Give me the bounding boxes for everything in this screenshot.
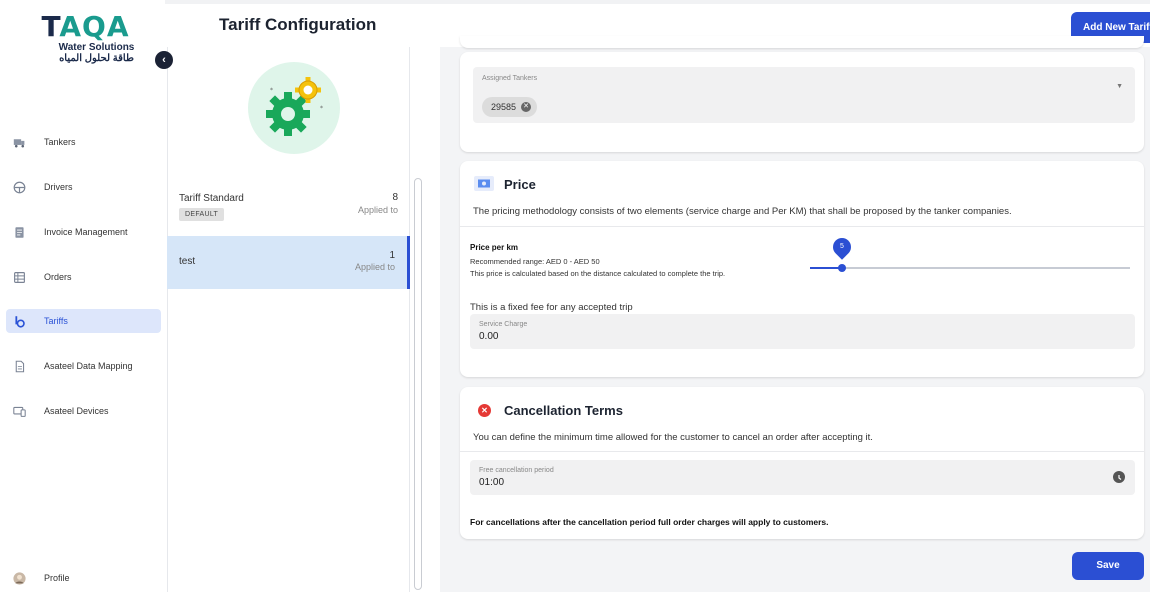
assigned-tankers-card: Assigned Tankers 29585 ✕ ▼ <box>460 52 1144 152</box>
sidebar-item-label: Asateel Devices <box>44 406 109 416</box>
cancellation-footer: For cancellations after the cancellation… <box>470 517 829 527</box>
previous-card-edge <box>460 36 1144 48</box>
assigned-tankers-label: Assigned Tankers <box>482 75 538 82</box>
sidebar: TAQA Water Solutions طاقة لحلول المياه T… <box>0 0 165 592</box>
truck-icon <box>12 135 26 149</box>
free-cancellation-period-label: Free cancellation period <box>479 467 554 474</box>
top-bar <box>0 0 1150 4</box>
price-description: The pricing methodology consists of two … <box>473 206 1012 217</box>
sidebar-item-tankers[interactable]: Tankers <box>6 130 161 154</box>
tariff-list-item-test[interactable]: test 1 Applied to <box>167 236 410 289</box>
service-charge-field[interactable]: Service Charge 0.00 <box>470 314 1135 349</box>
price-per-km-label: Price per km <box>470 243 519 252</box>
free-cancellation-period-field[interactable]: Free cancellation period 01:00 <box>470 460 1135 495</box>
chevron-down-icon[interactable]: ▼ <box>1116 83 1123 90</box>
tariff-name: Tariff Standard <box>179 193 244 204</box>
brand-subtitle-ar: طاقة لحلول المياه <box>59 53 134 64</box>
assigned-tankers-select[interactable]: Assigned Tankers 29585 ✕ ▼ <box>473 67 1135 123</box>
tariff-list-item-standard[interactable]: Tariff Standard DEFAULT 8 Applied to <box>167 181 410 234</box>
gear-large-icon <box>266 92 310 136</box>
sidebar-item-profile[interactable]: Profile <box>6 566 161 590</box>
save-button[interactable]: Save <box>1072 552 1144 580</box>
applied-count: 8 <box>392 192 398 203</box>
slider-value-bubble: 5 <box>829 234 855 260</box>
sidebar-item-label: Drivers <box>44 182 73 192</box>
steering-wheel-icon <box>12 180 26 194</box>
svg-text:*: * <box>270 87 273 94</box>
document-icon <box>12 359 26 373</box>
brand-subtitle: Water Solutions <box>58 42 135 53</box>
service-charge-value: 0.00 <box>479 331 499 342</box>
sidebar-item-orders[interactable]: Orders <box>6 265 161 289</box>
devices-icon <box>12 404 26 418</box>
default-badge: DEFAULT <box>179 208 225 221</box>
svg-text:*: * <box>320 105 323 112</box>
applied-count: 1 <box>389 250 395 261</box>
sidebar-item-asateel-devices[interactable]: Asateel Devices <box>6 399 161 423</box>
service-charge-label: Service Charge <box>479 321 528 328</box>
sidebar-item-drivers[interactable]: Drivers <box>6 175 161 199</box>
tariff-name: test <box>179 256 196 267</box>
sidebar-item-label: Asateel Data Mapping <box>44 361 133 371</box>
price-note: This price is calculated based on the di… <box>470 269 726 278</box>
avatar <box>12 571 26 585</box>
applied-label: Applied to <box>357 205 398 215</box>
close-icon[interactable]: ✕ <box>521 102 532 112</box>
free-cancellation-period-value: 01:00 <box>479 477 505 488</box>
cancellation-description: You can define the minimum time allowed … <box>473 432 873 443</box>
price-card: Price The pricing methodology consists o… <box>460 161 1144 377</box>
chevron-left-icon[interactable]: ‹ <box>155 51 173 69</box>
price-range: Recommended range: AED 0 - AED 50 <box>470 257 600 266</box>
sidebar-item-tariffs[interactable]: Tariffs <box>6 309 161 333</box>
price-title: Price <box>504 177 536 192</box>
cancellation-title: Cancellation Terms <box>504 403 623 418</box>
sidebar-item-label: Tankers <box>44 137 76 147</box>
clock-icon[interactable] <box>1113 471 1125 483</box>
tariffs-icon <box>12 314 26 328</box>
tanker-chip-label: 29585 <box>491 102 517 112</box>
page-title: Tariff Configuration <box>219 15 377 34</box>
slider-rail <box>810 267 1130 269</box>
sidebar-item-invoice-management[interactable]: Invoice Management <box>6 220 161 244</box>
brand-logo: TAQA Water Solutions طاقة لحلول المياه <box>28 10 143 65</box>
cancel-icon: ✕ <box>478 404 491 417</box>
profile-label: Profile <box>44 573 70 583</box>
tanker-chip[interactable]: 29585 ✕ <box>482 97 538 117</box>
slider-value: 5 <box>840 243 844 250</box>
cancellation-card: ✕ Cancellation Terms You can define the … <box>460 387 1144 539</box>
sidebar-item-asateel-data-mapping[interactable]: Asateel Data Mapping <box>6 354 161 378</box>
slider-thumb[interactable] <box>838 264 846 272</box>
logo-text-b: AQA <box>59 10 130 43</box>
invoice-icon <box>12 225 26 239</box>
sidebar-item-label: Invoice Management <box>44 227 128 237</box>
money-icon <box>474 176 494 191</box>
fixed-fee-text: This is a fixed fee for any accepted tri… <box>470 302 633 313</box>
gears-illustration: * * <box>248 62 340 154</box>
sidebar-item-label: Tariffs <box>44 316 68 326</box>
list-scrollbar[interactable] <box>414 178 422 590</box>
orders-icon <box>12 270 26 284</box>
price-slider[interactable]: 5 <box>810 234 1130 276</box>
logo-text-a: T <box>41 10 60 43</box>
applied-label: Applied to <box>354 262 395 272</box>
sidebar-item-label: Orders <box>44 272 72 282</box>
